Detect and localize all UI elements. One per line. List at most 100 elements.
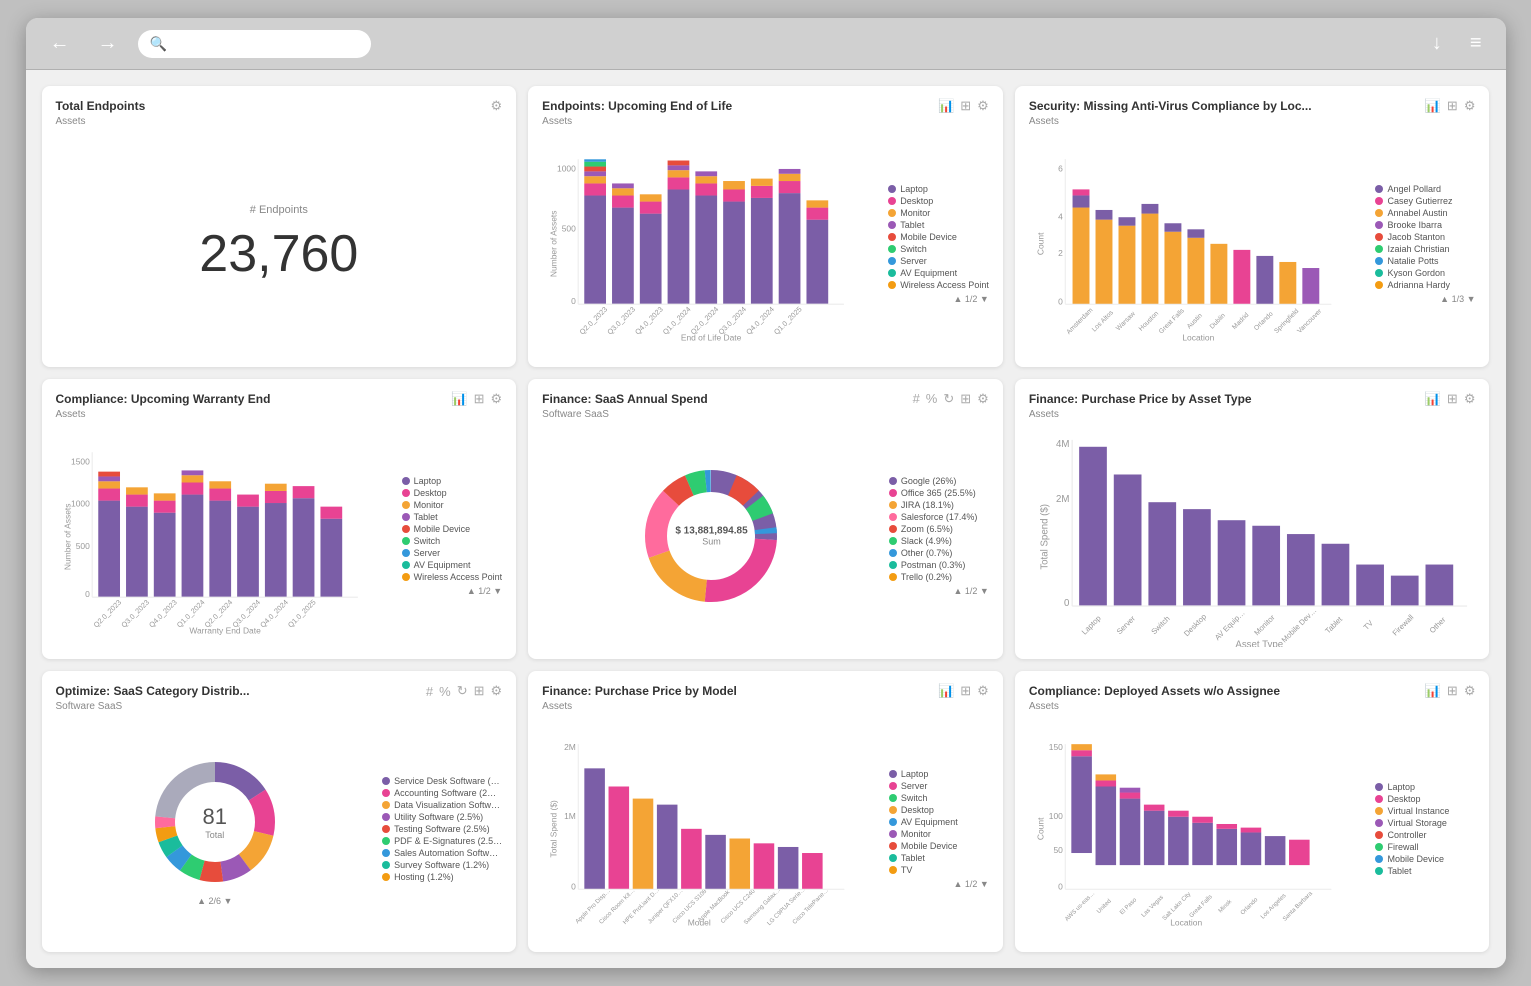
widget-actions: # % ↻ ⊞ ⚙ [913, 391, 989, 407]
legend-dot [889, 830, 897, 838]
legend-item: Mobile Device [1375, 854, 1475, 864]
gear-icon[interactable]: ⚙ [977, 391, 989, 407]
pagination[interactable]: ▲ 1/2 ▼ [889, 586, 989, 596]
svg-text:Count: Count [1035, 232, 1045, 255]
widget-title: Finance: SaaS Annual Spend [542, 392, 708, 406]
legend-label: Office 365 (25.5%) [901, 488, 976, 498]
table-icon[interactable]: ⊞ [960, 391, 971, 407]
back-button[interactable]: ← [42, 28, 78, 59]
table-icon[interactable]: ⊞ [1447, 98, 1458, 114]
svg-text:Total Spend ($): Total Spend ($) [1039, 504, 1050, 570]
widget-header: Optimize: SaaS Category Distrib... # % ↻… [56, 683, 503, 699]
hash-icon[interactable]: # [913, 391, 920, 406]
legend-label: Monitor [414, 500, 444, 510]
bar-chart-icon[interactable]: 📊 [1425, 98, 1441, 114]
svg-text:End of Life Date: End of Life Date [681, 332, 742, 342]
svg-text:500: 500 [75, 541, 89, 551]
browser-toolbar: ← → 🔍 ↓ ≡ [26, 18, 1506, 70]
bar-chart-icon[interactable]: 📊 [938, 683, 954, 699]
chart-with-legend: $ 13,881,894.85 Sum Google (26%) Offi [542, 426, 989, 648]
widget-body: # Endpoints 23,760 [56, 133, 503, 355]
refresh-icon[interactable]: ↻ [943, 391, 954, 407]
gear-icon[interactable]: ⚙ [491, 98, 503, 114]
pagination[interactable]: ▲ 1/2 ▼ [888, 294, 989, 304]
bar-chart-svg: Total Spend ($) 2M 1M 0 [542, 718, 881, 940]
table-icon[interactable]: ⊞ [1447, 391, 1458, 407]
legend-label: JIRA (18.1%) [901, 500, 954, 510]
svg-text:Vancouver: Vancouver [1296, 307, 1324, 335]
percent-icon[interactable]: % [926, 391, 938, 406]
legend-item: Desktop [889, 805, 989, 815]
widget-title: Compliance: Deployed Assets w/o Assignee [1029, 684, 1280, 698]
chart-with-legend: Count 6 4 2 0 [1029, 133, 1476, 355]
table-icon[interactable]: ⊞ [960, 98, 971, 114]
legend-dot [1375, 281, 1383, 289]
svg-text:Monitor: Monitor [1252, 612, 1277, 637]
legend-item: Monitor [888, 208, 989, 218]
widget-title: Optimize: SaaS Category Distrib... [56, 684, 250, 698]
menu-button[interactable]: ≡ [1462, 28, 1490, 59]
percent-icon[interactable]: % [439, 684, 451, 699]
legend-label: Testing Software (2.5%) [394, 824, 490, 834]
legend-label: Jacob Stanton [1387, 232, 1445, 242]
legend-dot [382, 849, 390, 857]
gear-icon[interactable]: ⚙ [1464, 98, 1476, 114]
table-icon[interactable]: ⊞ [1447, 683, 1458, 699]
big-number-container: # Endpoints 23,760 [199, 204, 358, 284]
legend-label: Laptop [901, 769, 929, 779]
table-icon[interactable]: ⊞ [960, 683, 971, 699]
legend-dot [889, 794, 897, 802]
donut-center: $ 13,881,894.85 Sum [675, 526, 747, 547]
model-legend: Laptop Server Switch Desktop [889, 718, 989, 940]
bar-chart-svg: Number of Assets 1000 500 0 [542, 133, 880, 355]
pagination[interactable]: ▲ 1/2 ▼ [402, 586, 503, 596]
svg-text:Austin: Austin [1186, 312, 1204, 330]
svg-text:2M: 2M [564, 743, 576, 753]
widget-subtitle: Software SaaS [542, 409, 989, 420]
refresh-icon[interactable]: ↻ [457, 683, 468, 699]
bar-chart-icon[interactable]: 📊 [451, 391, 467, 407]
gear-icon[interactable]: ⚙ [977, 683, 989, 699]
svg-text:Server: Server [1115, 613, 1138, 636]
svg-text:Mobile Dev…: Mobile Dev… [1280, 605, 1319, 644]
widget-header: Finance: Purchase Price by Asset Type 📊 … [1029, 391, 1476, 407]
download-button[interactable]: ↓ [1424, 28, 1450, 59]
gear-icon[interactable]: ⚙ [1464, 683, 1476, 699]
chart-area: Count 150 100 50 0 [1029, 718, 1368, 940]
widget-actions: 📊 ⊞ ⚙ [1425, 98, 1476, 114]
gear-icon[interactable]: ⚙ [1464, 391, 1476, 407]
pagination[interactable]: ▲ 1/3 ▼ [1375, 294, 1475, 304]
pagination[interactable]: ▲ 2/6 ▼ [197, 896, 232, 906]
pagination[interactable]: ▲ 1/2 ▼ [889, 879, 989, 889]
hash-icon[interactable]: # [426, 684, 433, 699]
chart-area: Count 6 4 2 0 [1029, 133, 1368, 355]
legend-item: Accounting Software (2… [382, 788, 502, 798]
bar-chart-icon[interactable]: 📊 [1425, 683, 1441, 699]
legend-label: Service Desk Software (… [394, 776, 500, 786]
table-icon[interactable]: ⊞ [474, 683, 485, 699]
legend-item: Data Visualization Softw… [382, 800, 502, 810]
legend-dot [1375, 209, 1383, 217]
table-icon[interactable]: ⊞ [474, 391, 485, 407]
legend-label: Firewall [1387, 842, 1418, 852]
forward-button[interactable]: → [90, 28, 126, 59]
legend-dot [888, 185, 896, 193]
widget-header: Finance: SaaS Annual Spend # % ↻ ⊞ ⚙ [542, 391, 989, 407]
legend-item: Mobile Device [888, 232, 989, 242]
svg-text:Location: Location [1182, 333, 1214, 343]
legend-item: Virtual Storage [1375, 818, 1475, 828]
address-input[interactable] [138, 30, 371, 58]
legend-item: Testing Software (2.5%) [382, 824, 502, 834]
widget-subtitle: Software SaaS [56, 701, 503, 712]
bar-chart-icon[interactable]: 📊 [1425, 391, 1441, 407]
gear-icon[interactable]: ⚙ [491, 683, 503, 699]
gear-icon[interactable]: ⚙ [491, 391, 503, 407]
legend-item: Mobile Device [402, 524, 503, 534]
widget-body: Total Spend ($) 4M 2M 0 [1029, 426, 1476, 648]
bar-chart-icon[interactable]: 📊 [938, 98, 954, 114]
legend-dot [382, 873, 390, 881]
svg-text:Houston: Houston [1137, 310, 1160, 333]
legend-item: Switch [889, 793, 989, 803]
widget-title: Security: Missing Anti-Virus Compliance … [1029, 99, 1312, 113]
gear-icon[interactable]: ⚙ [977, 98, 989, 114]
